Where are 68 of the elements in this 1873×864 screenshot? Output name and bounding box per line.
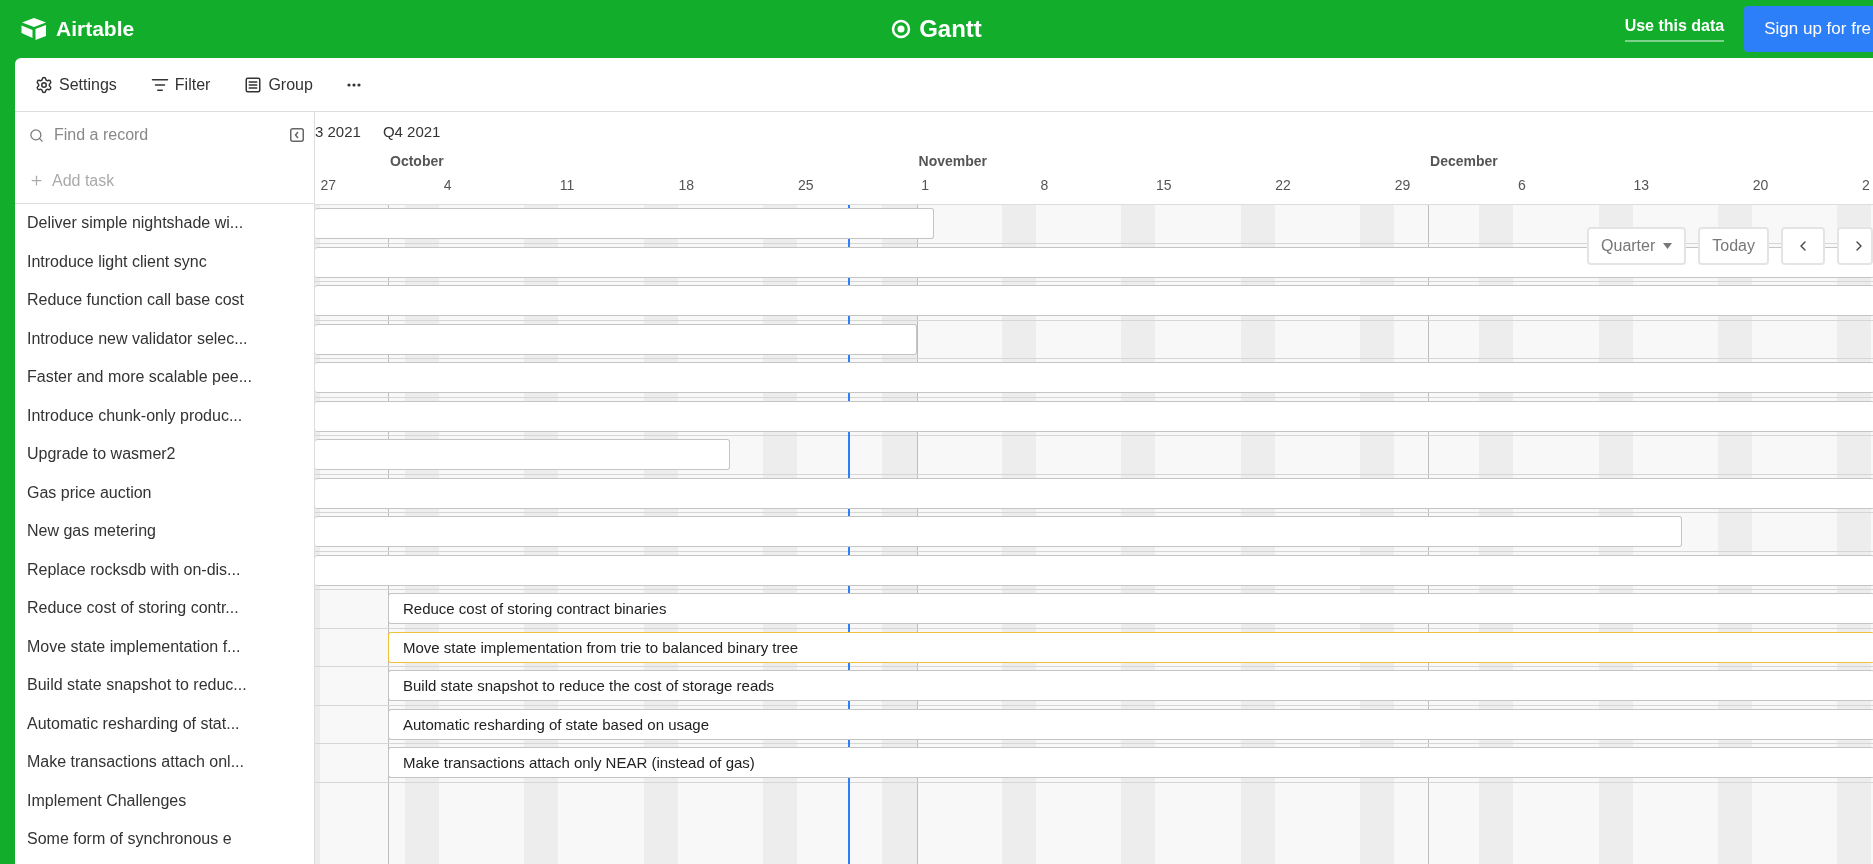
settings-button[interactable]: Settings xyxy=(33,73,119,96)
logo-text: Airtable xyxy=(56,17,135,41)
target-icon xyxy=(891,19,912,39)
record-name[interactable]: Automatic resharding of stat... xyxy=(15,704,314,743)
record-name[interactable]: Reduce cost of storing contr... xyxy=(15,589,314,628)
task-bar[interactable] xyxy=(315,362,1873,393)
day-label: 4 xyxy=(442,177,453,193)
day-label: 13 xyxy=(1632,177,1650,193)
day-label: 20 xyxy=(1751,177,1770,193)
previous-button[interactable] xyxy=(1781,227,1825,265)
group-button[interactable]: Group xyxy=(242,73,315,96)
signup-button[interactable]: Sign up for fre xyxy=(1744,6,1873,52)
record-name[interactable]: Move state implementation f... xyxy=(15,627,314,666)
day-label: 8 xyxy=(1039,177,1050,193)
record-name[interactable]: Introduce new validator selec... xyxy=(15,319,314,358)
day-label: 29 xyxy=(1393,177,1412,193)
task-bar[interactable]: Automatic resharding of state based on usage xyxy=(388,708,1873,740)
search-icon xyxy=(29,127,44,143)
record-name[interactable]: New gas metering xyxy=(15,512,314,551)
day-label: 22 xyxy=(1274,177,1292,193)
record-name[interactable]: Gas price auction xyxy=(15,473,314,512)
settings-icon xyxy=(35,75,53,94)
more-icon xyxy=(346,82,361,87)
record-name[interactable]: Upgrade to wasmer2 xyxy=(15,435,314,474)
day-label: 1 xyxy=(920,177,930,193)
scale-dropdown[interactable]: Quarter xyxy=(1587,227,1687,265)
day-label: 27 xyxy=(319,177,338,193)
task-bar[interactable] xyxy=(315,516,1683,547)
plus-icon xyxy=(29,173,44,188)
record-name[interactable]: Introduce chunk-only produc... xyxy=(15,396,314,435)
task-bar[interactable] xyxy=(315,323,917,355)
task-bar[interactable] xyxy=(315,208,934,239)
day-label: 15 xyxy=(1154,177,1173,193)
month-label: December xyxy=(1430,153,1498,169)
day-label: 2 xyxy=(1861,177,1871,193)
quarter-label: Q4 2021 xyxy=(382,123,441,140)
filter-button[interactable]: Filter xyxy=(148,73,213,96)
task-bar[interactable]: Build state snapshot to reduce the cost of storage reads xyxy=(388,670,1873,701)
quarter-label: 3 2021 xyxy=(315,123,361,140)
task-bar[interactable] xyxy=(315,285,1873,316)
day-label: 11 xyxy=(558,177,576,193)
day-label: 6 xyxy=(1516,177,1527,193)
record-name[interactable]: Some form of synchronous e xyxy=(15,820,314,859)
record-name[interactable]: Make transactions attach onl... xyxy=(15,743,314,782)
day-label: 18 xyxy=(677,177,696,193)
next-button[interactable] xyxy=(1837,227,1873,265)
record-name[interactable]: Implement Challenges xyxy=(15,781,314,820)
task-bar[interactable] xyxy=(315,554,1873,586)
task-bar[interactable]: Make transactions attach only NEAR (instead of gas) xyxy=(388,747,1873,778)
task-bar[interactable] xyxy=(315,439,730,470)
task-bar[interactable] xyxy=(315,400,1873,432)
task-bar[interactable] xyxy=(315,477,1873,509)
logo-icon xyxy=(20,17,48,41)
task-bar[interactable]: Move state implementation from trie to balanced binary tree xyxy=(388,631,1873,663)
collapse-icon[interactable] xyxy=(290,128,304,142)
record-name[interactable]: Replace rocksdb with on-dis... xyxy=(15,550,314,589)
record-name[interactable]: Reduce function call base cost xyxy=(15,281,314,320)
record-name[interactable]: Introduce light client sync xyxy=(15,242,314,281)
task-bar[interactable]: Reduce cost of storing contract binaries xyxy=(388,593,1873,624)
day-label: 25 xyxy=(796,177,815,193)
list-icon xyxy=(244,75,263,94)
month-label: October xyxy=(390,153,444,169)
record-name[interactable]: Faster and more scalable pee... xyxy=(15,358,314,397)
view-title: Gantt xyxy=(919,15,982,43)
today-button[interactable]: Today xyxy=(1698,227,1769,265)
record-name[interactable]: Build state snapshot to reduc... xyxy=(15,666,314,705)
record-name[interactable]: Deliver simple nightshade wi... xyxy=(15,204,314,243)
month-label: November xyxy=(918,153,987,169)
